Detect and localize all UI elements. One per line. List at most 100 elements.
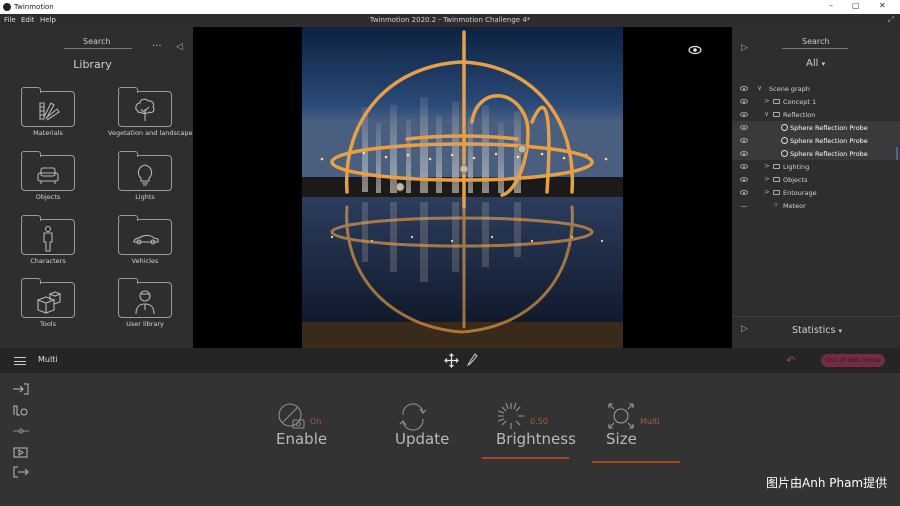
tree-row-entourage[interactable]: > Entourage <box>732 186 900 199</box>
meteor-icon: ✧ <box>773 201 779 209</box>
tree-row-label: Reflection <box>783 111 816 119</box>
library-panel: Search ··· ◁ Library Materials Vegetatio… <box>0 27 193 348</box>
size-active-indicator <box>592 461 680 463</box>
tree-row-label: Objects <box>783 176 808 184</box>
expand-toggle-icon[interactable]: ∨ <box>757 84 762 92</box>
app-name: Twinmotion <box>14 3 54 11</box>
tile-label: User library <box>126 320 164 328</box>
sun-burst-icon <box>497 402 524 429</box>
library-tile-user-library[interactable]: User library <box>118 278 198 338</box>
document-title: Twinmotion 2020.2 - Twinmotion Challenge… <box>369 16 531 24</box>
library-tile-vehicles[interactable]: Vehicles <box>118 215 198 275</box>
update-property[interactable]: Update <box>395 401 485 466</box>
tree-row-label: Meteor <box>783 202 806 210</box>
scene-search-label[interactable]: Search <box>802 37 829 46</box>
statistics-divider <box>732 316 900 317</box>
library-tile-objects[interactable]: Objects <box>21 151 101 211</box>
folder-icon <box>773 190 780 195</box>
menu-help[interactable]: Help <box>40 16 56 24</box>
minimize-button[interactable]: – <box>829 1 833 10</box>
more-options-icon[interactable]: ··· <box>152 41 162 52</box>
menu-file[interactable]: File <box>4 16 16 24</box>
tree-scrollbar[interactable] <box>896 147 898 160</box>
person-icon <box>43 225 53 252</box>
fullscreen-icon[interactable]: ⤢ <box>888 15 894 25</box>
filter-dropdown[interactable]: All ▾ <box>806 58 825 69</box>
tile-label: Materials <box>33 129 63 137</box>
folder-icon <box>773 112 780 117</box>
visibility-eye-icon[interactable] <box>740 164 748 169</box>
expand-toggle-icon[interactable]: ∨ <box>764 110 769 118</box>
menu-edit[interactable]: Edit <box>21 16 35 24</box>
sofa-icon <box>37 167 59 184</box>
mode-toolbar: Multi ↶ Out of edit mode <box>0 348 900 373</box>
tree-row-sphere-probe[interactable]: Sphere Reflection Probe <box>732 121 900 134</box>
visibility-eye-icon[interactable] <box>740 125 748 130</box>
camera-disable-icon <box>278 403 305 429</box>
library-tile-lights[interactable]: Lights <box>118 151 198 211</box>
twinmotion-logo-icon <box>3 3 11 11</box>
tree-row-concept1[interactable]: > Concept 1 <box>732 95 900 108</box>
path-icon[interactable] <box>12 425 30 437</box>
library-tile-tools[interactable]: Tools <box>21 278 101 338</box>
tree-row-sphere-probe[interactable]: Sphere Reflection Probe <box>732 134 900 147</box>
collapse-library-icon[interactable]: ◁ <box>176 42 183 52</box>
enable-label: Enable <box>276 430 328 448</box>
visibility-eye-icon[interactable] <box>740 151 748 156</box>
tile-label: Characters <box>30 257 66 265</box>
expand-toggle-icon[interactable]: > <box>764 175 770 183</box>
tree-icon <box>135 98 155 121</box>
tree-row-lighting[interactable]: > Lighting <box>732 160 900 173</box>
refresh-icon <box>399 403 427 431</box>
edit-pen-icon[interactable] <box>466 353 478 367</box>
chevron-down-icon: ▾ <box>821 60 826 68</box>
library-title: Library <box>73 58 112 71</box>
expand-statistics-icon[interactable]: ▷ <box>741 324 748 334</box>
expand-toggle-icon[interactable]: > <box>764 188 770 196</box>
visibility-eye-icon[interactable] <box>740 138 748 143</box>
move-gizmo-icon[interactable] <box>444 353 459 368</box>
out-of-edit-mode-button[interactable]: Out of edit mode <box>821 354 885 367</box>
enable-property[interactable]: On Enable <box>276 401 366 466</box>
close-button[interactable]: ✕ <box>879 1 886 10</box>
3d-viewport[interactable] <box>193 27 732 348</box>
library-search-underline <box>64 48 132 49</box>
visibility-eye-icon[interactable] <box>688 45 702 55</box>
tile-label: Vehicles <box>131 257 159 265</box>
expand-toggle-icon[interactable]: > <box>764 162 770 170</box>
tree-row-objects[interactable]: > Objects <box>732 173 900 186</box>
tree-row-label: Sphere Reflection Probe <box>790 124 868 132</box>
undo-icon[interactable]: ↶ <box>786 354 795 367</box>
visibility-eye-icon[interactable] <box>740 190 748 195</box>
visibility-eye-icon[interactable] <box>740 112 748 117</box>
viewport-render[interactable] <box>302 27 623 348</box>
tree-row-meteor[interactable]: ✧ Meteor <box>732 199 900 212</box>
visibility-eye-icon[interactable] <box>740 177 748 182</box>
tree-row-sphere-probe[interactable]: Sphere Reflection Probe <box>732 147 900 160</box>
statistics-dropdown[interactable]: Statistics ▾ <box>792 325 842 336</box>
tree-row-scene-graph[interactable]: ∨ Scene graph <box>732 82 900 95</box>
hidden-eye-icon[interactable] <box>740 204 748 207</box>
filter-label: All <box>806 58 819 69</box>
collapse-scene-icon[interactable]: ▷ <box>741 43 748 53</box>
brightness-label: Brightness <box>496 430 576 448</box>
expand-toggle-icon[interactable]: > <box>764 97 770 105</box>
visibility-eye-icon[interactable] <box>740 86 748 91</box>
hamburger-menu-icon[interactable] <box>14 357 26 365</box>
size-property[interactable]: Multi Size <box>606 401 696 466</box>
library-tile-characters[interactable]: Characters <box>21 215 101 275</box>
import-icon[interactable] <box>12 383 30 395</box>
library-search-label[interactable]: Search <box>83 37 110 46</box>
tree-row-reflection[interactable]: ∨ Reflection <box>732 108 900 121</box>
media-icon[interactable] <box>12 446 30 458</box>
library-tile-vegetation[interactable]: Vegetation and landscape <box>108 87 198 147</box>
maximize-button[interactable]: ▢ <box>852 1 860 10</box>
animation-icon[interactable] <box>12 404 30 416</box>
visibility-eye-icon[interactable] <box>740 99 748 104</box>
folder-icon <box>773 177 780 182</box>
selection-mode-label: Multi <box>38 355 58 364</box>
tile-label: Tools <box>39 320 56 328</box>
user-icon <box>135 290 155 315</box>
library-tile-materials[interactable]: Materials <box>21 87 101 147</box>
export-icon[interactable] <box>12 466 30 478</box>
